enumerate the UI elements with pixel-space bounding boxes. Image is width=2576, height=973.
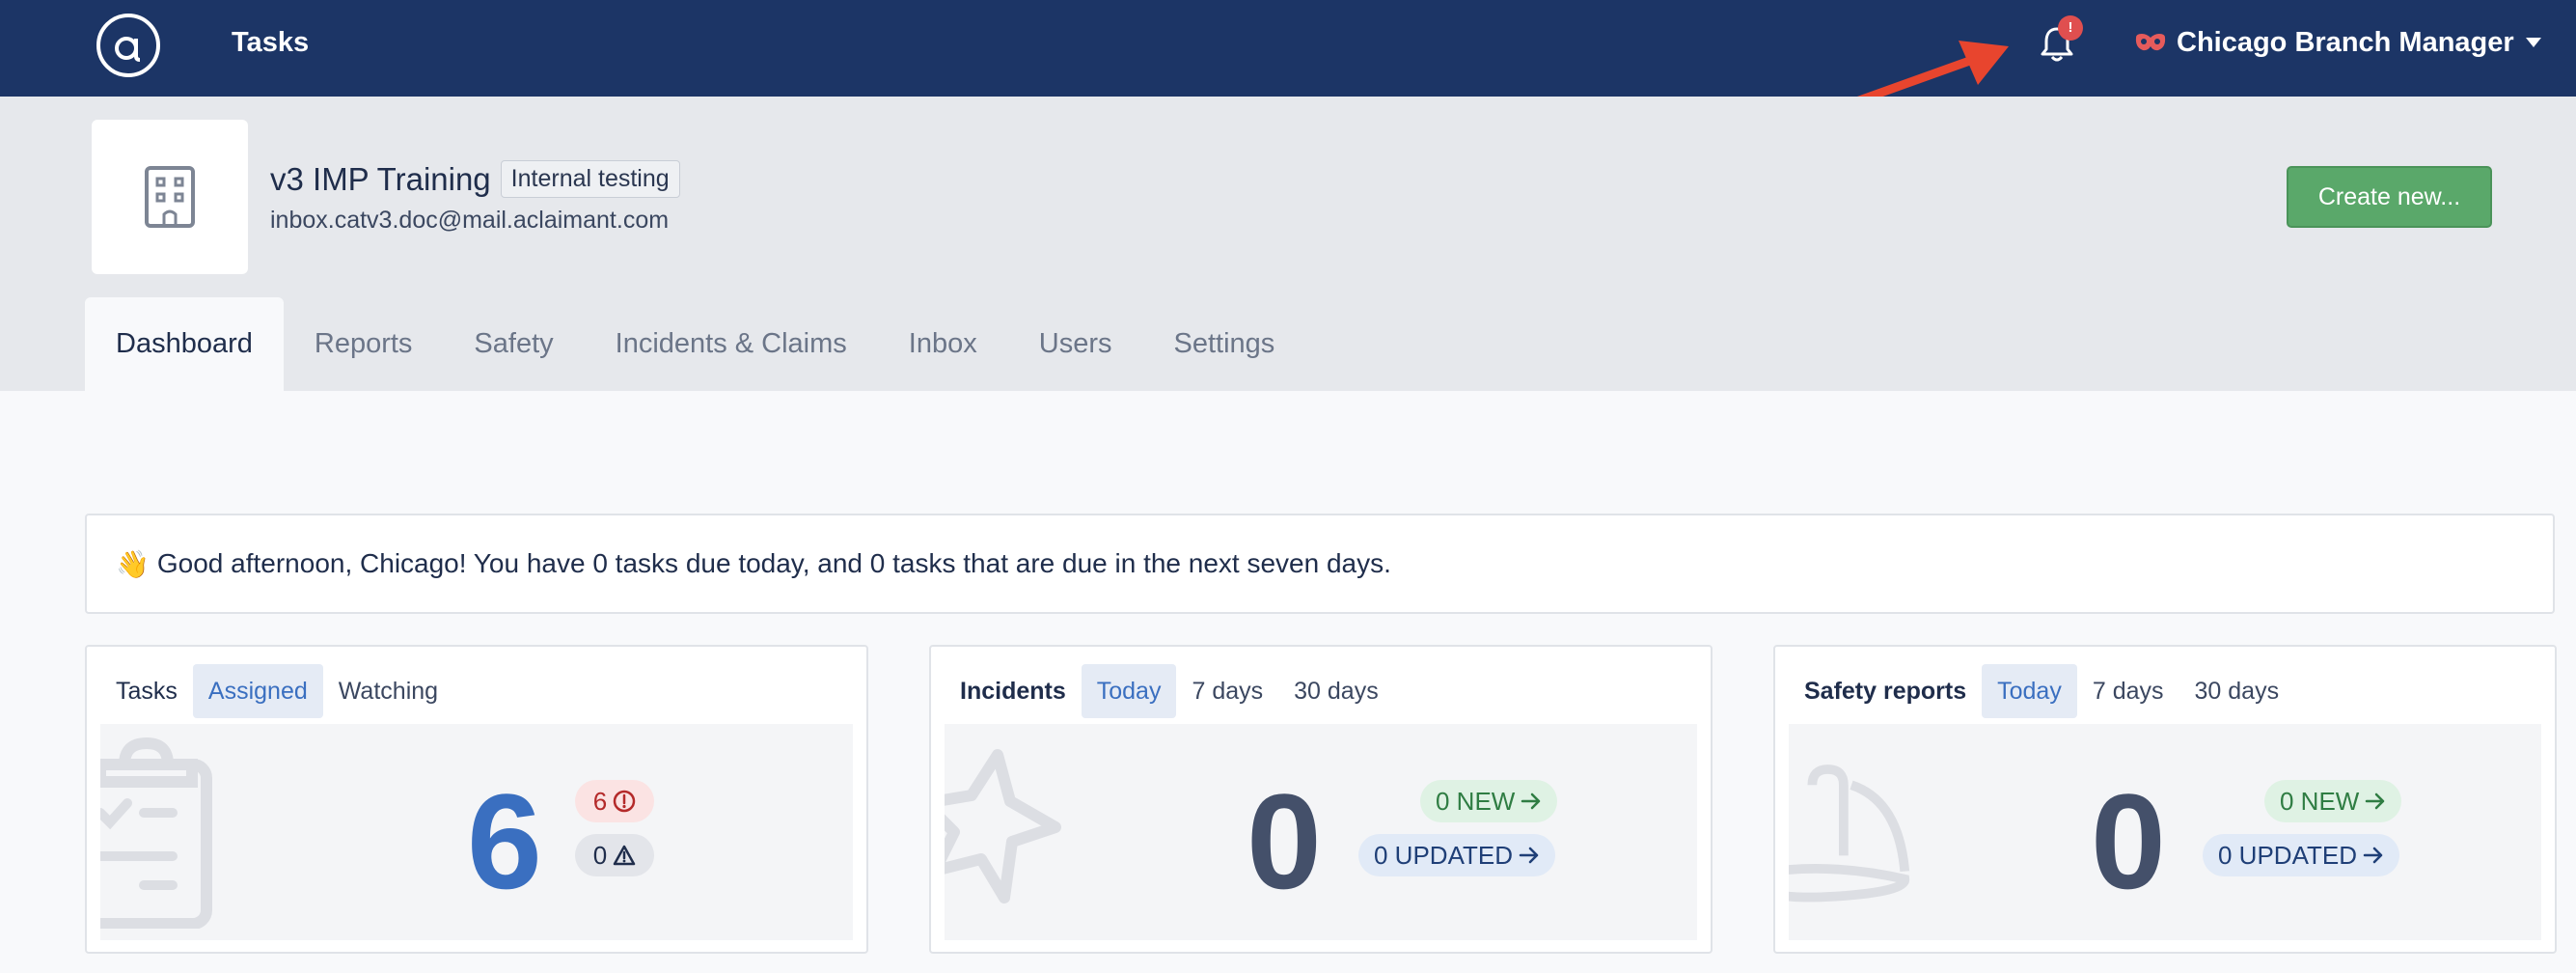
tab-settings[interactable]: Settings	[1142, 297, 1305, 391]
organization-title-row: v3 IMP Training Internal testing	[270, 160, 680, 198]
wave-emoji: 👋	[116, 548, 150, 579]
incidents-new-pill[interactable]: 0 NEW	[1420, 780, 1558, 822]
tasks-count[interactable]: 6	[467, 774, 542, 909]
aclaimant-logo-icon[interactable]	[95, 12, 162, 79]
safety-card-body[interactable]: 0 0 NEW 0 UPDATED	[1789, 724, 2541, 940]
hard-hat-icon	[1789, 764, 1910, 903]
arrow-right-icon	[2366, 792, 2385, 810]
page-title: Tasks	[232, 27, 310, 58]
organization-email: inbox.catv3.doc@mail.aclaimant.com	[270, 207, 670, 234]
warning-triangle-icon	[613, 845, 636, 866]
tab-incidents-today[interactable]: Today	[1081, 664, 1177, 718]
safety-card-tabs: Safety reports Today 7 days 30 days	[1789, 664, 2294, 718]
organization-tag: Internal testing	[500, 160, 680, 198]
safety-new-label: 0 NEW	[2280, 786, 2360, 816]
safety-updated-label: 0 UPDATED	[2218, 840, 2357, 870]
warning-count: 0	[592, 840, 608, 870]
notification-badge[interactable]: !	[2058, 15, 2083, 41]
tab-safety-today[interactable]: Today	[1982, 664, 2077, 718]
arrow-right-icon	[1521, 792, 1541, 810]
warning-tasks-pill[interactable]: 0	[575, 834, 654, 876]
burst-icon	[945, 749, 1061, 904]
tab-watching[interactable]: Watching	[323, 664, 453, 718]
greeting-text: Good afternoon, Chicago! You have 0 task…	[156, 548, 1391, 578]
safety-new-pill[interactable]: 0 NEW	[2264, 780, 2402, 822]
safety-card-title: Safety reports	[1804, 677, 1967, 705]
user-menu[interactable]: Chicago Branch Manager	[2134, 21, 2541, 64]
user-name: Chicago Branch Manager	[2177, 26, 2514, 58]
incidents-card-tabs: Incidents Today 7 days 30 days	[945, 664, 1394, 718]
incidents-updated-label: 0 UPDATED	[1374, 840, 1513, 870]
tasks-card-title: Tasks	[116, 677, 178, 705]
building-icon	[145, 166, 195, 228]
tab-users[interactable]: Users	[1008, 297, 1143, 391]
tab-reports[interactable]: Reports	[284, 297, 444, 391]
caret-down-icon	[2525, 38, 2541, 47]
exclamation-circle-icon	[613, 790, 636, 813]
incidents-card-body[interactable]: 0 0 NEW 0 UPDATED	[945, 724, 1697, 940]
overdue-count: 6	[592, 786, 608, 816]
tab-safety[interactable]: Safety	[443, 297, 584, 391]
organization-logo	[92, 120, 248, 274]
organization-name: v3 IMP Training	[270, 160, 491, 197]
tab-assigned[interactable]: Assigned	[192, 664, 323, 718]
tab-safety-7-days[interactable]: 7 days	[2077, 664, 2179, 718]
arrow-right-icon	[1519, 847, 1539, 864]
tab-dashboard[interactable]: Dashboard	[85, 297, 284, 391]
safety-reports-count[interactable]: 0	[2091, 774, 2166, 909]
arrow-right-icon	[2363, 847, 2383, 864]
tasks-card: Tasks Assigned Watching 6 6 0	[85, 645, 868, 954]
tab-incidents-claims[interactable]: Incidents & Claims	[585, 297, 878, 391]
greeting-banner: 👋 Good afternoon, Chicago! You have 0 ta…	[85, 514, 2555, 614]
main-tabs: Dashboard Reports Safety Incidents & Cla…	[85, 297, 1305, 391]
safety-reports-card: Safety reports Today 7 days 30 days 0 0 …	[1773, 645, 2557, 954]
clipboard-icon	[100, 737, 212, 929]
overdue-tasks-pill[interactable]: 6	[575, 780, 654, 822]
tab-incidents-30-days[interactable]: 30 days	[1278, 664, 1394, 718]
incidents-count[interactable]: 0	[1247, 774, 1322, 909]
incidents-new-label: 0 NEW	[1436, 786, 1516, 816]
tasks-card-body[interactable]: 6 6 0	[100, 724, 853, 940]
incidents-card: Incidents Today 7 days 30 days 0 0 NEW 0…	[929, 645, 1713, 954]
safety-updated-pill[interactable]: 0 UPDATED	[2203, 834, 2399, 876]
tab-inbox[interactable]: Inbox	[878, 297, 1008, 391]
create-new-button[interactable]: Create new...	[2287, 166, 2492, 228]
incidents-updated-pill[interactable]: 0 UPDATED	[1358, 834, 1555, 876]
tab-safety-30-days[interactable]: 30 days	[2179, 664, 2295, 718]
top-navbar: Tasks ! Chicago Branch Manager	[0, 0, 2576, 109]
incidents-card-title: Incidents	[960, 677, 1066, 705]
tab-incidents-7-days[interactable]: 7 days	[1176, 664, 1278, 718]
mask-icon	[2135, 34, 2166, 51]
tasks-card-tabs: Tasks Assigned Watching	[100, 664, 453, 718]
